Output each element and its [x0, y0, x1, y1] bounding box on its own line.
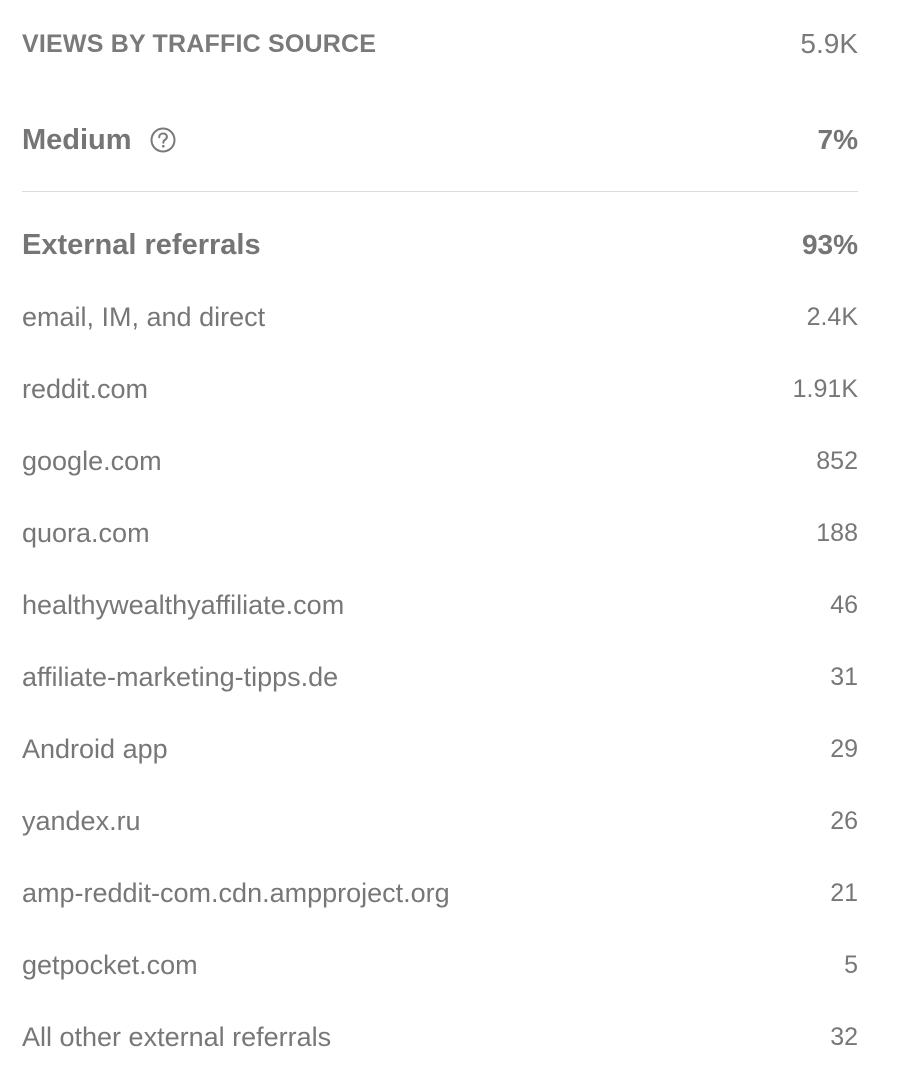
source-label: quora.com	[22, 517, 150, 548]
source-label: affiliate-marketing-tipps.de	[22, 661, 339, 692]
external-referrals-label: External referrals	[22, 228, 261, 261]
source-value: 1.91K	[792, 374, 858, 403]
source-value: 29	[830, 734, 858, 763]
source-row-all-other[interactable]: All other external referrals 32	[22, 1014, 858, 1060]
source-row-quora[interactable]: quora.com 188	[22, 510, 858, 556]
source-value: 21	[830, 878, 858, 907]
source-value: 5	[844, 950, 858, 979]
external-referrals-percentage: 93%	[801, 229, 858, 260]
source-value: 46	[830, 590, 858, 619]
source-label: Android app	[22, 733, 168, 764]
source-row-android-app[interactable]: Android app 29	[22, 726, 858, 772]
source-row-healthywealthyaffiliate[interactable]: healthywealthyaffiliate.com 46	[22, 582, 858, 628]
source-label: email, IM, and direct	[22, 301, 266, 332]
source-label: healthywealthyaffiliate.com	[22, 589, 345, 620]
traffic-source-panel: VIEWS BY TRAFFIC SOURCE 5.9K Medium 7% E…	[0, 0, 900, 1080]
source-row-google[interactable]: google.com 852	[22, 438, 858, 484]
medium-row: Medium 7%	[22, 115, 858, 165]
source-value: 31	[830, 662, 858, 691]
source-row-getpocket[interactable]: getpocket.com 5	[22, 942, 858, 988]
source-value: 852	[816, 446, 858, 475]
source-label: yandex.ru	[22, 805, 141, 836]
source-row-yandex[interactable]: yandex.ru 26	[22, 798, 858, 844]
help-circle-icon[interactable]	[150, 127, 176, 153]
external-referrals-row: External referrals 93%	[22, 220, 858, 270]
source-label: getpocket.com	[22, 949, 198, 980]
source-row-reddit[interactable]: reddit.com 1.91K	[22, 366, 858, 412]
source-value: 2.4K	[806, 302, 858, 331]
source-label: amp-reddit-com.cdn.ampproject.org	[22, 877, 450, 908]
section-divider	[22, 191, 858, 192]
source-value: 188	[816, 518, 858, 547]
source-label: google.com	[22, 445, 162, 476]
medium-percentage: 7%	[817, 124, 858, 155]
source-row-amp-reddit[interactable]: amp-reddit-com.cdn.ampproject.org 21	[22, 870, 858, 916]
source-row-affiliate-marketing-tipps[interactable]: affiliate-marketing-tipps.de 31	[22, 654, 858, 700]
section-title: VIEWS BY TRAFFIC SOURCE	[22, 29, 377, 58]
total-views: 5.9K	[800, 28, 858, 59]
source-row-email-im-direct[interactable]: email, IM, and direct 2.4K	[22, 294, 858, 340]
medium-label: Medium	[22, 123, 132, 156]
source-label: All other external referrals	[22, 1021, 332, 1052]
source-value: 26	[830, 806, 858, 835]
medium-label-group: Medium	[22, 124, 176, 157]
traffic-source-header: VIEWS BY TRAFFIC SOURCE 5.9K	[22, 22, 858, 66]
source-label: reddit.com	[22, 373, 149, 404]
source-value: 32	[830, 1022, 858, 1051]
